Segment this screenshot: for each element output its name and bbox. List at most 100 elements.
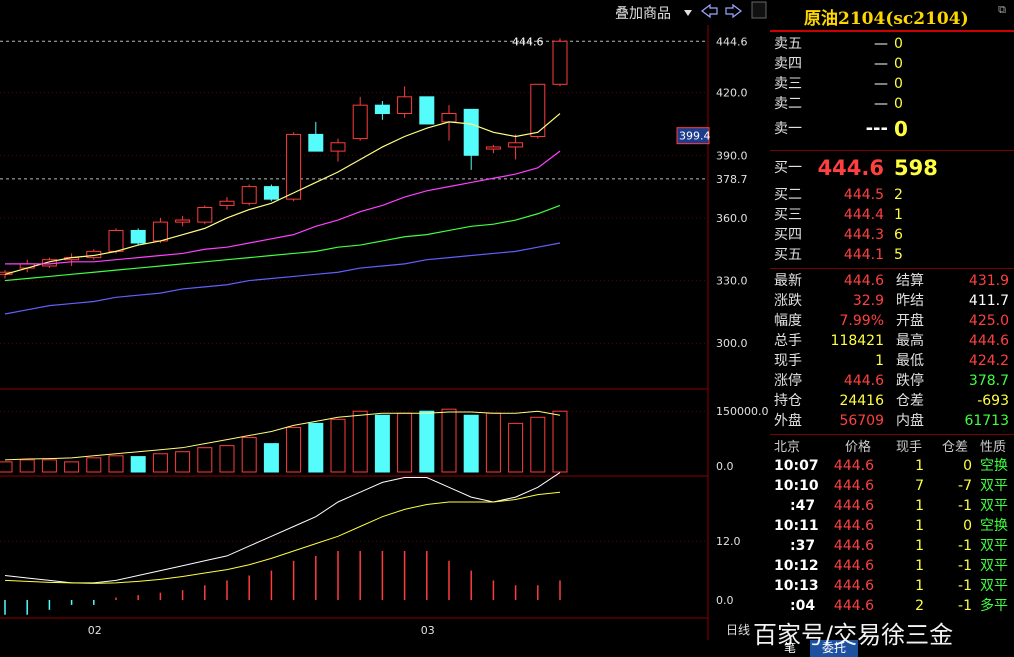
tick-diff: -1 — [958, 598, 972, 614]
volume-bar — [530, 416, 546, 473]
tick-price: 444.6 — [833, 498, 874, 514]
volume-bar — [374, 414, 390, 473]
quote-value: 7.99% — [839, 313, 884, 329]
tick-time: :47 — [790, 498, 816, 514]
quote-row: 现手 1 最低 424.2 — [770, 351, 1014, 371]
bid-price: 444.1 — [843, 247, 884, 263]
price-tick-label: 420.0 — [716, 87, 748, 100]
quote-label: 涨停 — [774, 373, 802, 389]
candle-body — [419, 96, 435, 125]
quote-row: 持仓 24416 仓差 -693 — [770, 391, 1014, 411]
candle-body — [330, 142, 346, 152]
quote-label: 最新 — [774, 273, 802, 289]
ask-label: 卖五 — [774, 36, 802, 52]
price-tick-label: 390.0 — [716, 149, 748, 162]
volume-bar — [263, 443, 279, 473]
tick-qty: 1 — [915, 558, 924, 574]
volume-bar — [352, 410, 368, 473]
ticks-header-price: 价格 — [845, 440, 872, 455]
candle-body — [374, 104, 390, 115]
volume-bar — [508, 422, 524, 473]
symbol-title: 原油2104(sc2104) — [804, 9, 969, 29]
divider — [770, 268, 1014, 269]
quote-row: 涨停 444.6 跌停 378.7 — [770, 371, 1014, 391]
quote-value: 118421 — [830, 333, 884, 349]
bid-volume: 2 — [894, 187, 903, 203]
candle-body — [197, 207, 213, 223]
tick-qty: 1 — [915, 498, 924, 514]
candle-body — [441, 113, 457, 123]
price-tick-label: 378.7 — [716, 173, 748, 186]
candle-body — [152, 221, 168, 242]
ask-label: 卖四 — [774, 56, 802, 72]
tick-row: 10:12 444.6 1 -1 双平 — [770, 556, 1014, 576]
tick-row: 10:11 444.6 1 0 空换 — [770, 516, 1014, 536]
volume-tick-label: 0.0 — [716, 460, 734, 473]
tick-diff: -1 — [958, 578, 972, 594]
volume-tick-label: 150000.0 — [716, 405, 769, 418]
bid-volume: 1 — [894, 207, 903, 223]
overlay-product-button[interactable]: 叠加商品 — [615, 6, 671, 22]
quote-value: 431.9 — [968, 273, 1009, 289]
date-tick-label: 02 — [88, 624, 102, 637]
kline-chart[interactable]: 444.6 420.0 390.0 378.7 360.0 330.0 300.0 444.6… — [0, 0, 770, 657]
price-tick-label: 360.0 — [716, 212, 748, 225]
bid-price: 444.5 — [843, 187, 884, 203]
tick-nature: 空换 — [980, 518, 1008, 534]
tick-price: 444.6 — [833, 518, 874, 534]
quote-panel: 原油2104(sc2104) ⧉ 卖五 — 0 卖四 — 0 卖三 — 0 卖二 — 0 卖一 --- 0 买… — [770, 0, 1014, 657]
quote-label: 持仓 — [774, 393, 802, 409]
tick-time: 10:12 — [774, 558, 819, 574]
tick-qty: 1 — [915, 538, 924, 554]
candle-body — [219, 200, 235, 206]
volume-bar — [419, 410, 435, 473]
quote-value: 32.9 — [852, 293, 884, 309]
quote-label: 幅度 — [774, 313, 802, 329]
date-tick-label: 03 — [421, 624, 435, 637]
tick-price: 444.6 — [833, 558, 874, 574]
candle-body — [108, 229, 124, 252]
quote-value: 24416 — [839, 393, 884, 409]
tick-row: 10:07 444.6 1 0 空换 — [770, 456, 1014, 476]
volume-bar — [108, 455, 124, 473]
bid-row: 买一 444.6 598 — [770, 158, 1014, 179]
tick-nature: 多平 — [980, 598, 1008, 614]
tick-price: 444.6 — [833, 538, 874, 554]
tick-diff: 0 — [963, 518, 972, 534]
candle-body — [175, 219, 191, 223]
ticks-header-market: 北京 — [774, 440, 801, 455]
tick-row: 10:13 444.6 1 -1 双平 — [770, 576, 1014, 596]
volume-bar — [197, 447, 213, 473]
tick-diff: -1 — [958, 498, 972, 514]
volume-bar — [441, 408, 457, 473]
bid-label: 买一 — [774, 160, 802, 176]
tick-price: 444.6 — [833, 578, 874, 594]
volume-bar — [219, 445, 235, 473]
ask-row: 卖二 — 0 — [770, 94, 1014, 114]
quote-value: 444.6 — [843, 373, 884, 389]
volume-bar — [41, 459, 57, 473]
window-restore-icon[interactable]: ⧉ — [994, 3, 1010, 17]
candle-body — [463, 108, 479, 156]
bid-volume: 6 — [894, 227, 903, 243]
panel-toggle-button[interactable] — [751, 1, 767, 19]
watermark: 百家号/交易徐三金 — [753, 621, 954, 649]
ask-price: --- — [865, 118, 888, 139]
bid-label: 买三 — [774, 207, 802, 223]
candle-body — [19, 263, 35, 269]
quote-label: 总手 — [774, 333, 802, 349]
macd-tick-label: 12.0 — [716, 535, 741, 548]
ask-label: 卖一 — [774, 121, 802, 137]
ask-row: 卖四 — 0 — [770, 54, 1014, 74]
quote-value: 61713 — [964, 413, 1009, 429]
quote-row: 涨跌 32.9 昨结 411.7 — [770, 291, 1014, 311]
quote-label: 跌停 — [896, 373, 924, 389]
bid-row: 买二 444.5 2 — [770, 185, 1014, 205]
quote-label: 最高 — [896, 333, 924, 349]
tick-time: 10:10 — [774, 478, 819, 494]
ticks-header-diff: 仓差 — [942, 440, 969, 455]
candle-body — [286, 133, 302, 200]
quote-label: 最低 — [896, 353, 924, 369]
volume-bar — [0, 461, 13, 473]
bid-price: 444.4 — [843, 207, 884, 223]
